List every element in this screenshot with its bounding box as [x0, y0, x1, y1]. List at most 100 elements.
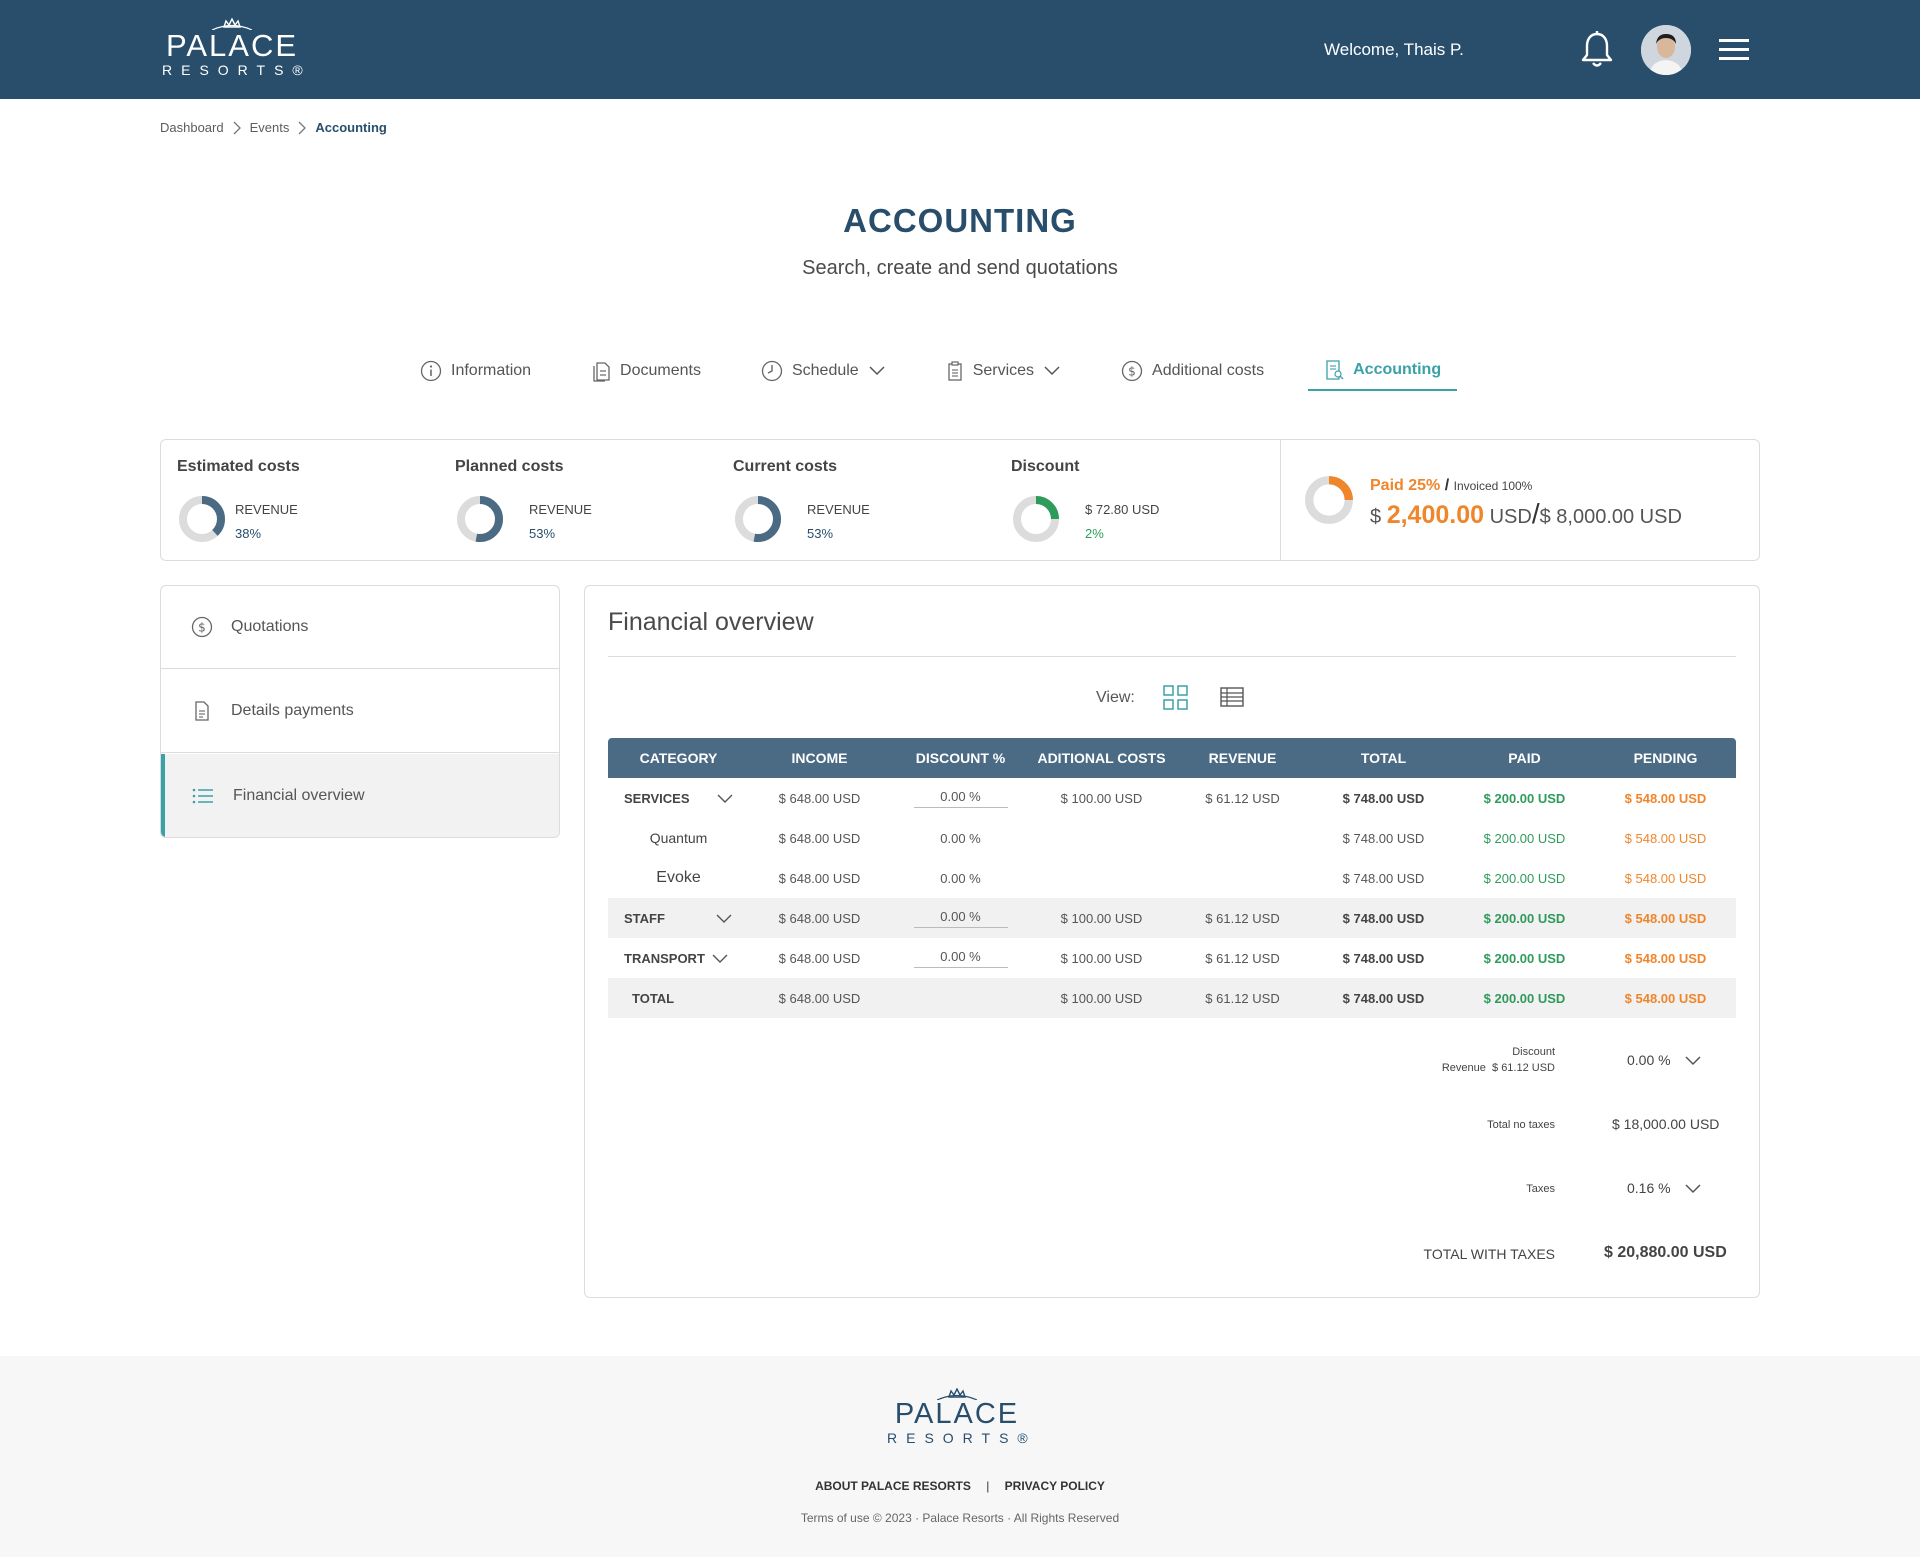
tab-documents[interactable]: Documents [591, 355, 701, 387]
taxes-select[interactable]: 0.16 % [1627, 1180, 1671, 1196]
side-item-quotations[interactable]: $ Quotations [161, 586, 559, 669]
pending-cell: $ 548.00 USD [1595, 978, 1736, 1018]
documents-icon [593, 362, 610, 382]
side-item-financial-overview[interactable]: Financial overview [161, 754, 559, 837]
income-cell: $ 648.00 USD [749, 898, 890, 938]
tab-information-label: Information [451, 362, 532, 379]
footer-link-separator: | [986, 1479, 990, 1493]
category-cell: TOTAL [608, 978, 749, 1018]
breadcrumb-dashboard[interactable]: Dashboard [160, 120, 224, 135]
chevron-down-icon[interactable] [1684, 1183, 1702, 1195]
grid-view-icon[interactable] [1163, 685, 1189, 711]
chevron-down-icon[interactable] [715, 913, 733, 925]
tab-services[interactable]: Services [946, 355, 1061, 387]
revenue-cell [1172, 858, 1313, 898]
tab-services-label: Services [972, 362, 1035, 379]
chevron-down-icon[interactable] [711, 953, 729, 965]
discount-donut [1013, 496, 1059, 542]
discount-percent: 2% [1085, 526, 1104, 541]
discount-cell: 0.00 % [890, 938, 1031, 978]
tab-additional-costs-label: Additional costs [1152, 362, 1265, 379]
table-row-transport: TRANSPORT $ 648.00 USD 0.00 % $ 100.00 U… [608, 938, 1736, 978]
about-link[interactable]: ABOUT PALACE RESORTS [815, 1479, 971, 1493]
discount-input[interactable]: 0.00 % [913, 949, 1008, 968]
accounting-side-menu: $ Quotations Details payments Financial … [160, 585, 560, 838]
category-label: STAFF [624, 910, 665, 926]
additional-costs-cell: $ 100.00 USD [1031, 898, 1172, 938]
total-cell: $ 748.00 USD [1342, 790, 1425, 806]
discount-input[interactable]: 0.00 % [913, 789, 1008, 808]
col-header-paid[interactable]: PAID [1454, 738, 1595, 778]
estimated-revenue-percent: 38% [235, 526, 262, 541]
dollar-circle-icon: $ [191, 616, 213, 638]
discount-total-select[interactable]: 0.00 % [1627, 1052, 1671, 1068]
table-view-icon[interactable] [1220, 686, 1244, 708]
tab-schedule[interactable]: Schedule [761, 355, 886, 387]
breadcrumb-events[interactable]: Events [250, 120, 290, 135]
paid-currency: $ [1370, 506, 1382, 528]
additional-costs-cell: $ 100.00 USD [1060, 950, 1143, 966]
svg-text:$: $ [1128, 365, 1136, 379]
total-with-taxes-label: TOTAL WITH TAXES [1423, 1246, 1555, 1262]
hamburger-menu-icon[interactable] [1719, 37, 1749, 63]
col-header-pending[interactable]: PENDING [1595, 738, 1736, 778]
chevron-down-icon[interactable] [1684, 1055, 1702, 1067]
col-header-total[interactable]: TOTAL [1313, 738, 1454, 778]
tab-additional-costs[interactable]: $ Additional costs [1121, 355, 1264, 387]
discount-cell: 0.00 % [940, 830, 981, 846]
palace-resorts-logo[interactable]: PALACE RESORTS® [162, 18, 303, 77]
current-costs-title: Current costs [733, 458, 838, 475]
total-amount: $ 8,000.00 USD [1539, 506, 1682, 528]
chevron-down-icon[interactable] [716, 793, 734, 805]
category-cell: Evoke [656, 869, 701, 886]
taxes-label: Taxes [1526, 1183, 1555, 1195]
paid-cell: $ 200.00 USD [1483, 950, 1566, 966]
planned-revenue-percent: 53% [529, 526, 556, 541]
total-cell: $ 748.00 USD [1342, 830, 1425, 846]
current-revenue-percent: 53% [807, 526, 834, 541]
svg-text:$: $ [198, 621, 206, 635]
footer-palace-resorts-logo[interactable]: PALACE RESORTS® [887, 1388, 1028, 1445]
list-icon [192, 788, 213, 803]
view-label: View: [1096, 689, 1135, 706]
current-revenue-donut [735, 496, 781, 542]
pending-cell: $ 548.00 USD [1624, 830, 1707, 846]
revenue-total-label: Revenue [1441, 1062, 1486, 1074]
discount-cell: 0.00 % [940, 870, 981, 886]
col-header-category[interactable]: CATEGORY [608, 738, 749, 778]
discount-input[interactable]: 0.00 % [913, 909, 1008, 928]
category-cell[interactable]: SERVICES [608, 778, 749, 818]
section-tabs: Information Documents Schedule Services [420, 355, 1517, 393]
side-item-quotations-label: Quotations [231, 618, 309, 635]
discount-title: Discount [1011, 458, 1080, 475]
income-cell: $ 648.00 USD [778, 790, 861, 806]
col-header-additional-costs[interactable]: ADITIONAL COSTS [1031, 738, 1172, 778]
table-row-total: TOTAL $ 648.00 USD $ 100.00 USD $ 61.12 … [608, 978, 1736, 1018]
user-avatar[interactable] [1641, 25, 1691, 75]
invoiced-percent-label: Invoiced 100% [1453, 479, 1533, 493]
col-header-discount[interactable]: DISCOUNT % [890, 738, 1031, 778]
col-header-revenue[interactable]: REVENUE [1172, 738, 1313, 778]
financial-table: CATEGORY INCOME DISCOUNT % ADITIONAL COS… [608, 738, 1736, 1018]
category-cell[interactable]: STAFF [608, 898, 749, 938]
tab-information[interactable]: Information [420, 355, 531, 387]
side-item-details-payments[interactable]: Details payments [161, 670, 559, 753]
income-cell: $ 648.00 USD [778, 950, 861, 966]
category-cell[interactable]: TRANSPORT [608, 938, 749, 978]
additional-costs-cell [1031, 858, 1172, 898]
panel-title: Financial overview [608, 608, 814, 636]
breadcrumb: Dashboard Events Accounting [160, 120, 387, 135]
copyright-text: Terms of use © 2023 · Palace Resorts · A… [800, 1511, 1120, 1525]
tab-accounting[interactable]: Accounting [1308, 355, 1458, 391]
paid-amount-unit: USD [1489, 506, 1532, 528]
notification-bell-icon[interactable] [1580, 31, 1614, 69]
logo-word-palace: PALACE [165, 28, 299, 63]
discount-total-value: 0.00 % [1627, 1052, 1671, 1068]
discount-cell: 0.00 % [890, 778, 1031, 818]
privacy-policy-link[interactable]: PRIVACY POLICY [1005, 1479, 1105, 1493]
col-header-income[interactable]: INCOME [749, 738, 890, 778]
estimated-revenue-donut [179, 496, 225, 542]
pending-cell: $ 548.00 USD [1624, 950, 1707, 966]
chevron-down-icon [1044, 366, 1060, 376]
paid-percent-label: Paid 25% [1370, 477, 1441, 494]
